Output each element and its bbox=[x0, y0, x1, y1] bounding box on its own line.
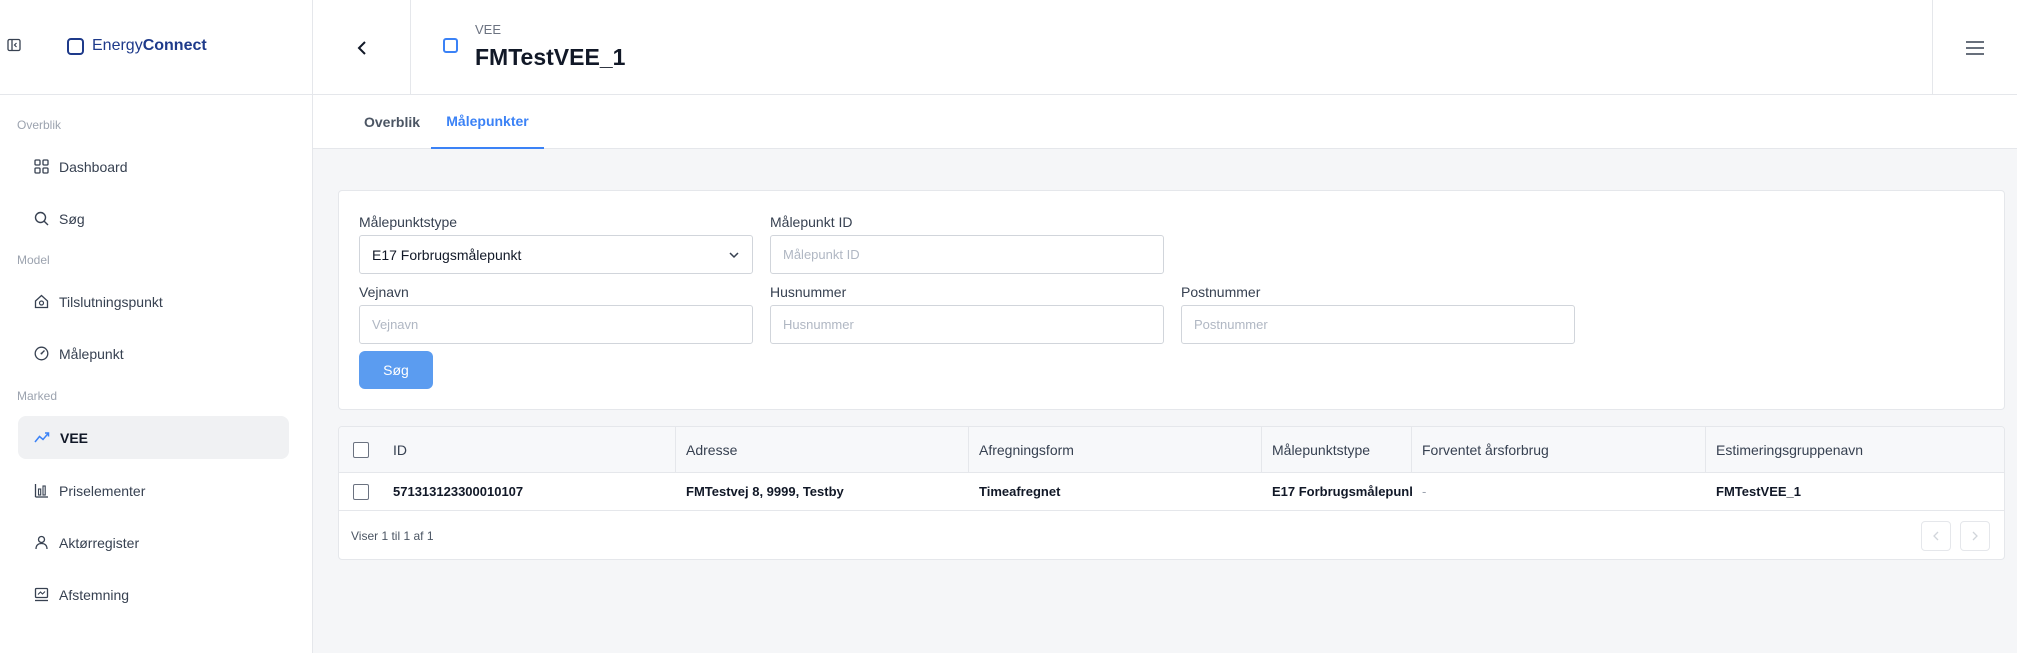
search-icon bbox=[34, 211, 49, 226]
type-select-value: E17 Forbrugsmålepunkt bbox=[372, 246, 522, 263]
sidebar-item-tilslutningspunkt[interactable]: Tilslutningspunkt bbox=[18, 280, 289, 323]
table-row[interactable]: 571313123300010107 FMTestvej 8, 9999, Te… bbox=[339, 473, 2004, 511]
cell-afregningsform: Timeafregnet bbox=[979, 484, 1061, 499]
trend-icon bbox=[34, 432, 50, 443]
pagination-summary: Viser 1 til 1 af 1 bbox=[351, 529, 434, 543]
street-label: Vejnavn bbox=[359, 284, 409, 300]
previous-page-button[interactable] bbox=[1921, 521, 1951, 551]
column-header-estimeringsgruppenavn[interactable]: Estimeringsgruppenavn bbox=[1706, 427, 2004, 472]
malepunkt-id-input[interactable] bbox=[770, 235, 1164, 274]
collapse-sidebar-icon[interactable] bbox=[6, 37, 22, 53]
select-all-checkbox[interactable] bbox=[353, 441, 369, 458]
vee-square-icon bbox=[443, 38, 458, 53]
cell-forventet-arsforbrug: - bbox=[1422, 484, 1427, 499]
type-select[interactable]: E17 Forbrugsmålepunkt bbox=[359, 235, 753, 274]
house-number-input[interactable] bbox=[770, 305, 1164, 344]
logo[interactable]: EnergyConnect bbox=[67, 37, 207, 55]
sidebar-item-label: Afstemning bbox=[59, 586, 130, 603]
sidebar-item-label: Målepunkt bbox=[59, 345, 124, 362]
sidebar-item-aktorregister[interactable]: Aktørregister bbox=[18, 521, 289, 564]
hamburger-menu-icon bbox=[1966, 40, 1984, 55]
sidebar: EnergyConnect Overblik Dashboard Søg Mod… bbox=[0, 0, 313, 653]
sidebar-item-label: Søg bbox=[59, 210, 85, 227]
chevron-right-icon bbox=[1972, 531, 1978, 541]
page-subtitle: VEE bbox=[475, 22, 502, 37]
logo-text-energy: Energy bbox=[92, 37, 143, 54]
row-select-cell bbox=[339, 473, 383, 510]
sidebar-item-label: Tilslutningspunkt bbox=[59, 293, 163, 310]
monitor-icon bbox=[34, 587, 49, 602]
sidebar-item-malepunkt[interactable]: Målepunkt bbox=[18, 332, 289, 375]
sidebar-item-priselementer[interactable]: Priselementer bbox=[18, 469, 289, 512]
sidebar-item-vee[interactable]: VEE bbox=[18, 416, 289, 459]
tab-bar: Overblik Målepunkter bbox=[313, 95, 2017, 149]
sidebar-item-dashboard[interactable]: Dashboard bbox=[18, 145, 289, 188]
menu-button[interactable] bbox=[1932, 0, 2017, 95]
gauge-icon bbox=[34, 346, 49, 361]
cell-adresse: FMTestvej 8, 9999, Testby bbox=[686, 484, 844, 499]
sidebar-item-label: Priselementer bbox=[59, 482, 146, 499]
column-header-malepunktstype[interactable]: Målepunktstype bbox=[1262, 427, 1412, 472]
type-label: Målepunktstype bbox=[359, 214, 458, 230]
column-header-forventet-arsforbrug[interactable]: Forventet årsforbrug bbox=[1412, 427, 1706, 472]
sidebar-item-label: Aktørregister bbox=[59, 534, 140, 551]
chevron-down-icon bbox=[729, 252, 739, 259]
sidebar-item-afstemning[interactable]: Afstemning bbox=[18, 573, 289, 616]
row-checkbox[interactable] bbox=[353, 483, 369, 500]
next-page-button[interactable] bbox=[1960, 521, 1990, 551]
column-header-afregningsform[interactable]: Afregningsform bbox=[969, 427, 1262, 472]
cell-estimeringsgruppenavn: FMTestVEE_1 bbox=[1716, 484, 1802, 499]
bar-chart-icon bbox=[34, 484, 48, 498]
select-all-cell bbox=[339, 427, 383, 472]
logo-text-connect: Connect bbox=[142, 37, 207, 54]
postal-code-input[interactable] bbox=[1181, 305, 1575, 344]
sidebar-item-label: Dashboard bbox=[59, 158, 128, 175]
chevron-left-icon bbox=[1933, 531, 1939, 541]
cell-id: 571313123300010107 bbox=[393, 484, 524, 499]
filter-panel: Målepunktstype E17 Forbrugsmålepunkt Mål… bbox=[338, 190, 2005, 410]
house-number-label: Husnummer bbox=[770, 284, 847, 300]
section-label-overblik: Overblik bbox=[17, 118, 62, 132]
sidebar-item-search[interactable]: Søg bbox=[18, 197, 289, 240]
home-icon bbox=[34, 294, 49, 309]
sidebar-item-label: VEE bbox=[60, 429, 89, 446]
column-header-adresse[interactable]: Adresse bbox=[676, 427, 969, 472]
page-title: FMTestVEE_1 bbox=[475, 44, 626, 70]
street-input[interactable] bbox=[359, 305, 753, 344]
back-button[interactable] bbox=[313, 0, 411, 95]
chevron-left-icon bbox=[357, 40, 366, 55]
results-table: ID Adresse Afregningsform Målepunktstype… bbox=[338, 426, 2005, 560]
logo-icon bbox=[67, 37, 84, 55]
id-label: Målepunkt ID bbox=[770, 214, 853, 230]
page-header: VEE FMTestVEE_1 bbox=[313, 0, 2017, 95]
column-header-id[interactable]: ID bbox=[383, 427, 676, 472]
tab-malepunkter[interactable]: Målepunkter bbox=[431, 95, 544, 149]
search-button[interactable]: Søg bbox=[359, 351, 433, 389]
tab-overblik[interactable]: Overblik bbox=[352, 95, 432, 149]
brand-bar: EnergyConnect bbox=[0, 0, 312, 95]
table-header: ID Adresse Afregningsform Målepunktstype… bbox=[339, 427, 2004, 473]
section-label-model: Model bbox=[17, 253, 50, 267]
section-label-marked: Marked bbox=[17, 389, 58, 403]
cell-malepunktstype: E17 Forbrugsmålepunkt bbox=[1272, 484, 1412, 499]
postal-code-label: Postnummer bbox=[1181, 284, 1261, 300]
user-icon bbox=[35, 535, 48, 550]
grid-icon bbox=[34, 159, 49, 174]
